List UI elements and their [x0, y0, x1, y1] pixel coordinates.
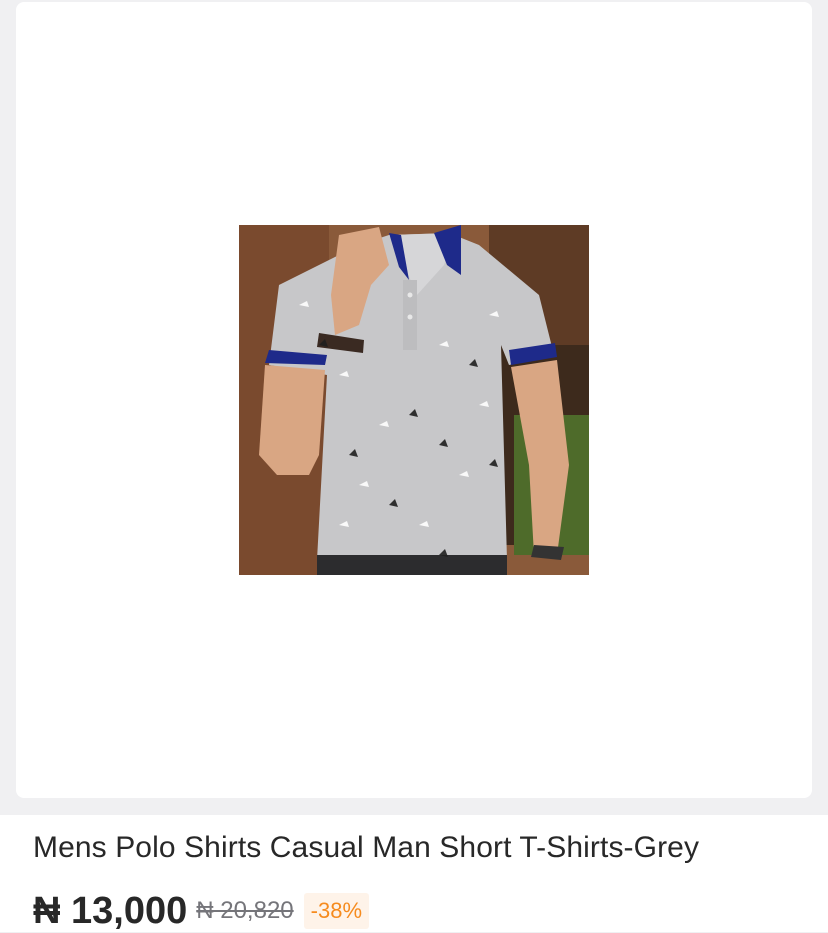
product-details: Mens Polo Shirts Casual Man Short T-Shir…	[0, 815, 828, 932]
product-photo-illustration	[239, 225, 589, 575]
product-title: Mens Polo Shirts Casual Man Short T-Shir…	[33, 831, 700, 864]
discount-badge: -38%	[303, 893, 369, 929]
current-price: ₦ 13,000	[33, 889, 188, 932]
old-price: ₦ 20,820	[196, 897, 294, 924]
product-image[interactable]	[239, 225, 589, 575]
product-image-card[interactable]	[16, 2, 812, 798]
price-row: ₦ 13,000 ₦ 20,820 -38%	[33, 889, 369, 932]
